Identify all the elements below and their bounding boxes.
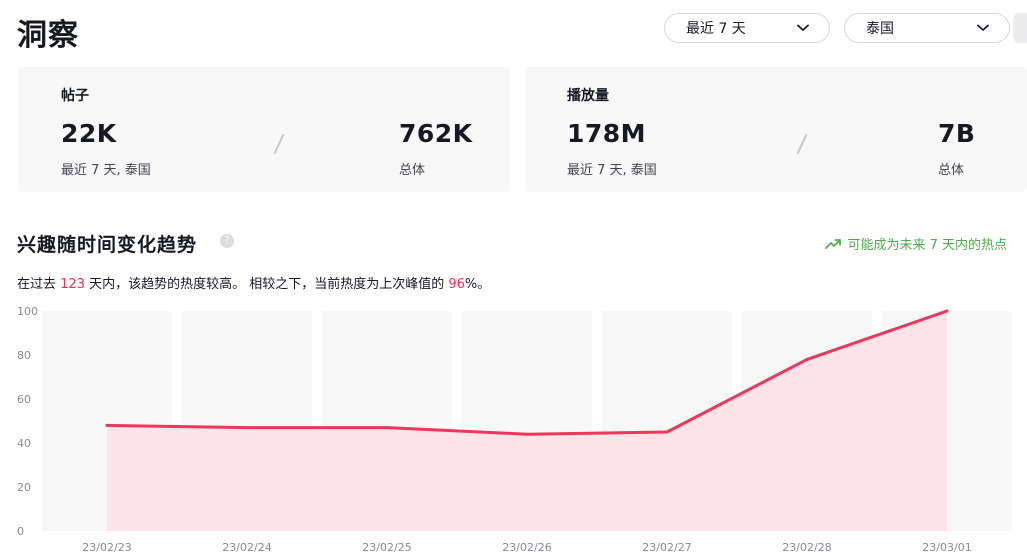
chart-data-point [525,432,529,436]
period-dropdown-value: 最近 7 天 [686,21,746,37]
overflow-dropdown-edge[interactable] [1013,13,1027,43]
x-tick-label: 23/02/28 [782,541,831,554]
period-dropdown[interactable]: 最近 7 天 [664,13,830,43]
chart-data-point [105,423,109,427]
chart-data-point [805,357,809,361]
region-dropdown[interactable]: 泰国 [844,13,1010,43]
x-tick-label: 23/02/24 [222,541,271,554]
summary-percent: 96 [448,277,465,292]
summary-suffix: %。 [464,277,491,292]
trend-prediction: 可能成为未来 7 天内的热点 [825,234,1007,253]
divider-slash [273,133,285,155]
chevron-down-icon [797,24,809,31]
divider-slash [796,133,808,155]
y-tick-label: 80 [17,349,31,362]
views-recent-caption: 最近 7 天, 泰国 [567,163,657,178]
x-tick-label: 23/02/23 [82,541,131,554]
chart-data-point [665,430,669,434]
page-title: 洞察 [17,18,79,53]
views-total-caption: 总体 [938,163,965,178]
trend-summary: 在过去 123 天内，该趋势的热度较高。 相较之下，当前热度为上次峰值的 96%… [17,273,490,292]
posts-label: 帖子 [61,88,89,104]
x-tick-label: 23/03/01 [922,541,971,554]
y-tick-label: 100 [17,305,38,318]
x-tick-label: 23/02/27 [642,541,691,554]
views-label: 播放量 [567,88,609,104]
x-tick-label: 23/02/25 [362,541,411,554]
chevron-down-icon [977,24,989,31]
posts-total-value: 762K [399,119,473,148]
y-tick-label: 20 [17,481,31,494]
trending-up-icon [825,238,842,249]
y-tick-label: 40 [17,437,31,450]
views-stat-card: 播放量 178M 最近 7 天, 泰国 7B 总体 [525,67,1027,192]
help-icon[interactable]: ? [220,234,234,248]
y-tick-label: 60 [17,393,31,406]
summary-prefix: 在过去 [17,277,61,292]
trend-section-title: 兴趣随时间变化趋势 [17,234,198,256]
posts-recent-caption: 最近 7 天, 泰国 [61,163,151,178]
summary-mid: 天内，该趋势的热度较高。 相较之下，当前热度为上次峰值的 [84,277,449,292]
views-total-value: 7B [938,119,976,148]
trend-prediction-text: 可能成为未来 7 天内的热点 [847,238,1007,253]
chart-data-point [385,426,389,430]
region-dropdown-value: 泰国 [866,21,894,37]
views-recent-value: 178M [567,119,647,148]
posts-stat-card: 帖子 22K 最近 7 天, 泰国 762K 总体 [18,67,510,192]
chart-data-point [945,309,949,313]
y-tick-label: 0 [17,525,24,538]
summary-days: 123 [60,277,85,292]
posts-recent-value: 22K [61,119,117,148]
x-tick-label: 23/02/26 [502,541,551,554]
trend-area-chart: 0 20 40 60 80 100 23/02/23 23/02/24 23/02/25 23/0… [17,305,1012,554]
posts-total-caption: 总体 [399,163,426,178]
chart-data-point [245,426,249,430]
